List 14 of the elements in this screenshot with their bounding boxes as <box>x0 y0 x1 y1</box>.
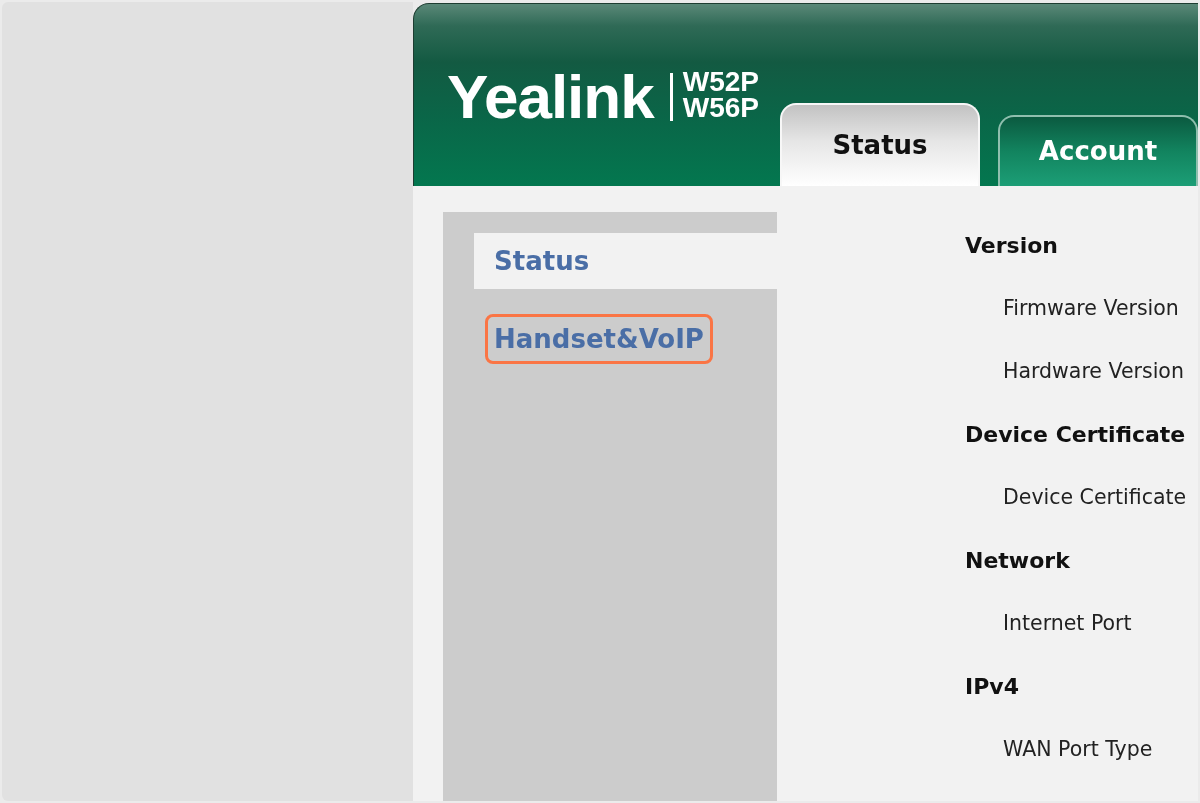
tab[interactable]: Status <box>780 103 980 186</box>
logo-wordmark: Yealink <box>447 66 654 128</box>
section-heading: IPv4 <box>965 673 1019 701</box>
section-heading: Version <box>965 232 1058 260</box>
field-label: Firmware Version <box>1003 295 1179 323</box>
section-heading: Device Certificate <box>965 421 1186 449</box>
model-label: W56P <box>682 95 759 121</box>
field-label: WAN Port Type <box>1003 736 1153 764</box>
section-heading: Network <box>965 547 1070 575</box>
tab[interactable]: Account <box>998 115 1198 186</box>
field-label: Internet Port <box>1003 610 1132 638</box>
field-label: Hardware Version <box>1003 358 1184 386</box>
model-label: W52P <box>682 69 759 95</box>
field-label: Device Certificate <box>1003 484 1187 512</box>
